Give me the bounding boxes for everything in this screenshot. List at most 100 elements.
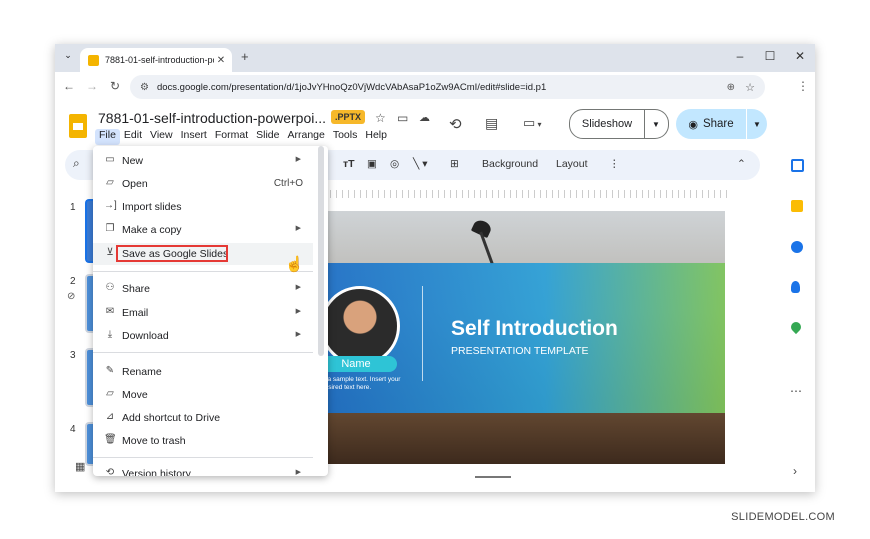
menu-item-email[interactable]: ✉ Email ▶ xyxy=(93,303,313,323)
tab-close-icon[interactable]: ✕ xyxy=(214,55,228,66)
menu-view[interactable]: View xyxy=(146,129,177,145)
menu-item-new[interactable]: ▭ New ▶ xyxy=(93,151,313,171)
address-row: ← → ↻ ⚙ docs.google.com/presentation/d/1… xyxy=(55,72,815,102)
menu-item-label: Download xyxy=(122,330,169,342)
menu-slide[interactable]: Slide xyxy=(252,129,283,145)
menu-item-version-history[interactable]: ⟲ Version history ▶ xyxy=(93,464,313,476)
slide-number-1: 1 xyxy=(70,202,76,213)
menu-item-add-shortcut[interactable]: ⊿ Add shortcut to Drive xyxy=(93,408,313,428)
rename-icon: ✎ xyxy=(105,365,115,376)
move-folder-icon[interactable]: ▭ xyxy=(397,111,408,125)
menu-scrollbar[interactable] xyxy=(318,146,324,356)
email-icon: ✉ xyxy=(105,306,115,317)
calendar-icon[interactable] xyxy=(791,159,804,172)
slide-canvas[interactable]: Name is a sample text. Insert your desir… xyxy=(325,211,725,464)
background-button[interactable]: Background xyxy=(482,158,538,170)
image-icon[interactable]: ▣ xyxy=(367,158,377,170)
browser-menu-icon[interactable]: ⋮ xyxy=(797,79,809,93)
cloud-status-icon[interactable]: ☁ xyxy=(419,111,430,124)
version-history-icon[interactable]: ⟲ xyxy=(449,115,462,133)
speaker-notes-handle[interactable] xyxy=(475,476,511,478)
menu-item-label: New xyxy=(122,155,144,167)
menu-item-make-copy[interactable]: ❐ Make a copy ▶ xyxy=(93,220,313,240)
text-box-icon[interactable]: ᴛT xyxy=(343,158,355,170)
menu-item-import-slides[interactable]: →] Import slides xyxy=(93,197,313,217)
menu-help[interactable]: Help xyxy=(361,129,391,145)
menu-item-label: Version history xyxy=(122,468,191,476)
download-icon: ⤓ xyxy=(107,329,113,340)
menu-item-label: Move to trash xyxy=(122,435,186,447)
menu-item-label: Rename xyxy=(122,366,162,378)
grid-view-icon[interactable]: ▦ xyxy=(75,460,85,473)
menu-item-move-to-trash[interactable]: 🗑 Move to trash xyxy=(93,431,313,451)
file-menu: ▭ New ▶ ▱ Open Ctrl+O →] Import slides ❐… xyxy=(93,146,328,476)
tab-title: 7881-01-self-introduction-pow xyxy=(105,55,214,65)
insert-comment-icon[interactable]: ⊞ xyxy=(450,158,459,170)
submenu-arrow-icon: ▶ xyxy=(295,331,301,338)
expand-panel-icon[interactable]: › xyxy=(793,464,797,478)
slides-logo-icon[interactable] xyxy=(69,114,87,138)
horizontal-ruler[interactable] xyxy=(330,190,730,198)
divider-line xyxy=(422,286,423,381)
maximize-button[interactable]: ☐ xyxy=(760,49,780,63)
share-button[interactable]: ◉ Share xyxy=(676,109,746,139)
document-title[interactable]: 7881-01-self-introduction-powerpoi... xyxy=(98,110,326,126)
menu-separator xyxy=(93,352,313,353)
sample-text: is a sample text. Insert your desired te… xyxy=(325,376,401,391)
watermark: SLIDEMODEL.COM xyxy=(731,511,835,523)
star-icon[interactable]: ☆ xyxy=(375,111,386,125)
tasks-icon[interactable] xyxy=(791,241,803,253)
minimize-button[interactable]: – xyxy=(730,49,750,63)
collapse-toolbar-icon[interactable]: ⌃ xyxy=(737,158,746,170)
slideshow-button[interactable]: Slideshow xyxy=(569,109,645,139)
keep-icon[interactable] xyxy=(791,200,803,212)
more-tools-icon[interactable]: ⋮ xyxy=(609,158,620,170)
shortcut-label: Ctrl+O xyxy=(273,178,303,189)
drive-shortcut-icon: ⊿ xyxy=(105,411,115,422)
submenu-arrow-icon: ▶ xyxy=(295,308,301,315)
menu-edit[interactable]: Edit xyxy=(120,129,146,145)
menu-format[interactable]: Format xyxy=(211,129,252,145)
menu-item-rename[interactable]: ✎ Rename xyxy=(93,362,313,382)
globe-icon: ◉ xyxy=(688,118,698,131)
shape-icon[interactable]: ◎ xyxy=(390,158,399,170)
slide-number-4: 4 xyxy=(70,424,76,435)
menu-item-label: Move xyxy=(122,389,148,401)
search-menus-icon[interactable]: ⌕ xyxy=(73,156,80,171)
zoom-icon[interactable]: ⊕ xyxy=(727,82,735,93)
reload-icon[interactable]: ↻ xyxy=(110,79,120,93)
more-addons-icon[interactable]: ⋯ xyxy=(790,384,802,398)
window-close-button[interactable]: ✕ xyxy=(790,49,810,63)
browser-tab[interactable]: 7881-01-self-introduction-pow ✕ xyxy=(80,48,232,72)
line-icon[interactable]: ╲ ▾ xyxy=(413,158,428,170)
menu-item-label: Email xyxy=(122,307,149,319)
contacts-icon[interactable] xyxy=(791,281,800,293)
comments-icon[interactable]: ▤ xyxy=(485,115,498,132)
menu-tools[interactable]: Tools xyxy=(329,129,362,145)
tab-search-button[interactable]: ⌄ xyxy=(61,50,75,64)
menu-item-share[interactable]: ⚇ Share ▶ xyxy=(93,279,313,299)
new-tab-button[interactable]: + xyxy=(241,49,249,64)
menu-arrange[interactable]: Arrange xyxy=(283,129,328,145)
back-icon[interactable]: ← xyxy=(63,79,75,93)
share-dropdown-icon[interactable]: ▼ xyxy=(746,109,767,139)
layout-button[interactable]: Layout xyxy=(556,158,588,170)
pptx-badge: .PPTX xyxy=(331,110,366,124)
menu-insert[interactable]: Insert xyxy=(177,129,211,145)
bookmark-star-icon[interactable]: ☆ xyxy=(745,81,755,94)
menu-separator xyxy=(93,271,313,272)
menu-item-move[interactable]: ▱ Move xyxy=(93,385,313,405)
slides-favicon-icon xyxy=(88,54,99,66)
menu-item-label: Share xyxy=(122,283,151,295)
meet-video-icon[interactable]: ▭ ▾ xyxy=(523,115,542,131)
menu-item-download[interactable]: ⤓ Download ▶ xyxy=(93,326,313,346)
forward-icon[interactable]: → xyxy=(86,79,98,93)
slide-title: Self Introduction xyxy=(451,317,618,340)
share-label: Share xyxy=(702,118,734,130)
site-info-icon[interactable]: ⚙ xyxy=(140,82,149,93)
maps-icon[interactable] xyxy=(788,319,804,335)
menu-file[interactable]: File xyxy=(95,129,120,145)
address-bar[interactable]: ⚙ docs.google.com/presentation/d/1joJvYH… xyxy=(130,75,765,99)
menu-item-open[interactable]: ▱ Open Ctrl+O xyxy=(93,174,313,194)
slideshow-dropdown-icon[interactable]: ▼ xyxy=(644,109,669,139)
